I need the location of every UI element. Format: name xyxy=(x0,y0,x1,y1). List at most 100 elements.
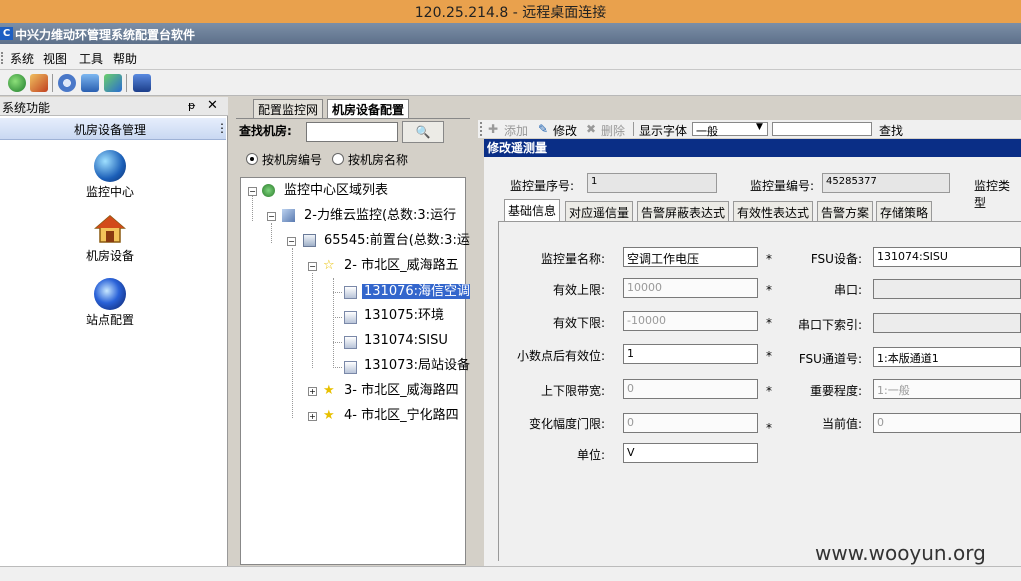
tree-node-label: 131073:局站设备 xyxy=(364,358,471,373)
menu-grip xyxy=(1,52,3,64)
house-icon[interactable] xyxy=(93,214,127,244)
expand-toggle[interactable]: + xyxy=(308,412,317,421)
globe-icon[interactable] xyxy=(94,150,126,182)
serial-port-field[interactable] xyxy=(873,279,1021,299)
more-icon[interactable]: ⋮ xyxy=(216,121,228,135)
lower-limit-label: 有效下限: xyxy=(552,316,605,330)
menu-view[interactable]: 视图 xyxy=(43,50,67,67)
fsu-channel-label: FSU通道号: xyxy=(798,352,862,366)
tree-node-label: 2- 市北区_威海路五 xyxy=(344,258,459,273)
binoculars-search-button[interactable]: 🔍 xyxy=(402,121,444,143)
tree-node-label: 131076:海信空调 xyxy=(362,284,473,299)
app-title: 中兴力维动环管理系统配置台软件 xyxy=(15,28,196,42)
status-bar xyxy=(0,566,1021,581)
device-search-input[interactable] xyxy=(772,122,872,136)
type-label: 监控类型 xyxy=(974,179,1011,210)
tree-node-room-4[interactable]: 4- 市北区_宁化路四 xyxy=(344,406,459,426)
radio-by-room-name[interactable] xyxy=(332,153,344,165)
device-icon xyxy=(344,311,357,324)
menu-bar xyxy=(0,44,1021,70)
tree-node-root[interactable]: 监控中心区域列表 xyxy=(284,181,388,201)
add-button[interactable]: 添加 xyxy=(504,122,528,139)
sidebar-item-monitor-center[interactable]: 监控中心 xyxy=(60,183,160,200)
watermark: www.wooyun.org xyxy=(815,541,986,565)
tree-node-label: 65545:前置台(总数:3:运 xyxy=(324,233,470,248)
unit-label: 单位: xyxy=(576,448,605,462)
change-threshold-field[interactable]: 0 xyxy=(623,413,758,433)
sidebar-item-site-config[interactable]: 站点配置 xyxy=(60,311,160,328)
importance-select[interactable]: 1:一般 xyxy=(873,379,1021,399)
edit-icon: ✎ xyxy=(538,122,549,136)
tab-remote-signal[interactable]: 对应遥信量 xyxy=(565,201,634,221)
tab-basic-info[interactable]: 基础信息 xyxy=(504,199,561,221)
fsu-channel-select[interactable]: 1:本版通道1 xyxy=(873,347,1021,367)
pin-icon[interactable]: ᵽ xyxy=(188,99,195,112)
monitor-icon[interactable] xyxy=(81,74,99,92)
delete-button[interactable]: 删除 xyxy=(601,122,625,139)
tab-validity-expr[interactable]: 有效性表达式 xyxy=(733,201,814,221)
tree-node-device-131074[interactable]: 131074:SISU xyxy=(364,331,448,351)
tree-node-room-2[interactable]: 2- 市北区_威海路五 xyxy=(344,256,459,276)
collapse-toggle[interactable]: − xyxy=(287,237,296,246)
tree-node-device-131075[interactable]: 131075:环境 xyxy=(364,306,444,326)
required-mark: * xyxy=(766,421,772,435)
tree-node-front-station[interactable]: 65545:前置台(总数:3:运 xyxy=(324,231,470,251)
tab-config-network[interactable]: 配置监控网 xyxy=(253,99,324,118)
toolbar-separator xyxy=(52,74,53,92)
menu-help[interactable]: 帮助 xyxy=(113,50,137,67)
fsu-device-select[interactable]: 131074:SISU xyxy=(873,247,1021,267)
network-orb-icon[interactable] xyxy=(94,278,126,310)
star-icon: ★ xyxy=(323,408,335,423)
radio-by-room-id[interactable] xyxy=(246,153,258,165)
tree-node-cloud-monitor[interactable]: 2-力维云监控(总数:3:运行 xyxy=(304,206,456,226)
edit-button[interactable]: 修改 xyxy=(553,122,577,139)
menu-tools[interactable]: 工具 xyxy=(79,50,103,67)
tree-node-device-131073[interactable]: 131073:局站设备 xyxy=(364,356,470,376)
decimal-label: 小数点后有效位: xyxy=(516,349,605,363)
name-field[interactable]: 空调工作电压 xyxy=(623,247,758,267)
tree-line xyxy=(252,196,253,221)
network-globe-icon[interactable] xyxy=(8,74,26,92)
chevron-down-icon[interactable]: ▼ xyxy=(756,122,763,132)
refresh-icon[interactable] xyxy=(104,74,122,92)
room-search-input[interactable] xyxy=(306,122,398,142)
name-label: 监控量名称: xyxy=(540,252,605,266)
close-icon[interactable]: ✕ xyxy=(207,98,218,113)
upper-limit-field[interactable]: 10000 xyxy=(623,278,758,298)
band-field[interactable]: 0 xyxy=(623,379,758,399)
tree-node-label: 131075:环境 xyxy=(364,308,445,323)
tree-line xyxy=(333,342,342,343)
gear-icon[interactable] xyxy=(58,74,76,92)
sidebar-group-label: 机房设备管理 xyxy=(73,123,146,137)
required-mark: * xyxy=(766,349,772,363)
tree-node-device-131076[interactable]: 131076:海信空调 xyxy=(362,282,473,302)
tab-alarm-scheme[interactable]: 告警方案 xyxy=(817,201,874,221)
tab-storage-policy[interactable]: 存储策略 xyxy=(876,201,933,221)
tree-line xyxy=(271,223,272,243)
star-icon: ☆ xyxy=(323,258,335,273)
tree-node-label: 3- 市北区_威海路四 xyxy=(344,383,459,398)
serial-index-field[interactable] xyxy=(873,313,1021,333)
current-value-field: 0 xyxy=(873,413,1021,433)
collapse-toggle[interactable]: − xyxy=(248,187,257,196)
exit-icon[interactable] xyxy=(133,74,151,92)
tab-alarm-mask[interactable]: 告警屏蔽表达式 xyxy=(637,201,730,221)
required-mark: * xyxy=(766,283,772,297)
tab-room-device-config[interactable]: 机房设备配置 xyxy=(327,99,410,118)
sidebar-item-room-devices[interactable]: 机房设备 xyxy=(60,247,160,264)
panel-splitter[interactable] xyxy=(470,118,476,565)
expand-toggle[interactable]: + xyxy=(308,387,317,396)
toolbar-separator xyxy=(633,122,634,136)
tree-node-room-3[interactable]: 3- 市北区_威海路四 xyxy=(344,381,459,401)
tree-node-label: 2-力维云监控(总数:3:运行 xyxy=(304,208,457,223)
fsu-device-label: FSU设备: xyxy=(810,252,862,266)
collapse-toggle[interactable]: − xyxy=(267,212,276,221)
users-icon[interactable] xyxy=(30,74,48,92)
menu-system[interactable]: 系统 xyxy=(10,50,34,67)
lower-limit-field[interactable]: -10000 xyxy=(623,311,758,331)
find-button[interactable]: 查找 xyxy=(879,122,903,139)
unit-field[interactable]: V xyxy=(623,443,758,463)
collapse-toggle[interactable]: − xyxy=(308,262,317,271)
required-mark: * xyxy=(766,384,772,398)
decimal-field[interactable]: 1 xyxy=(623,344,758,364)
